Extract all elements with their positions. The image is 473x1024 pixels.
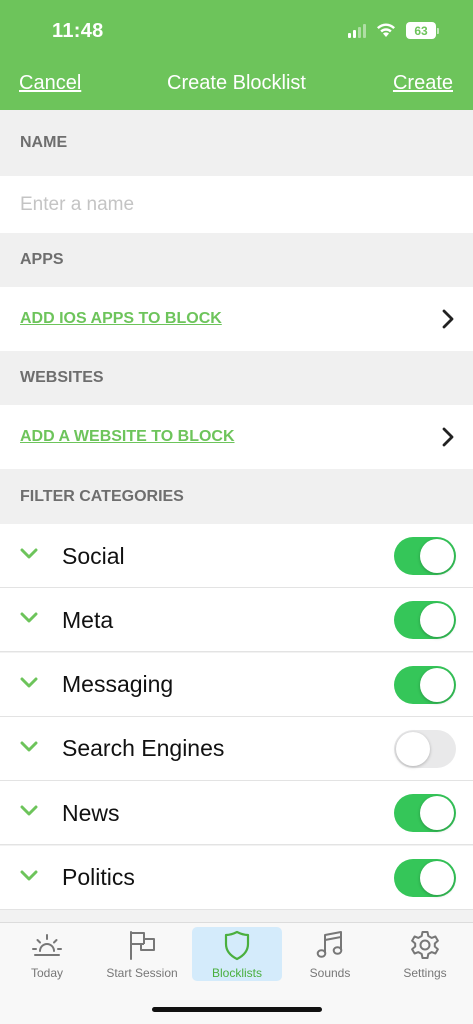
add-website-link[interactable]: ADD A WEBSITE TO BLOCK — [20, 428, 235, 446]
tab-blocklists-label: Blocklists — [211, 966, 262, 980]
tab-blocklists[interactable]: Blocklists — [192, 927, 282, 981]
filter-category-label: News — [62, 799, 120, 826]
chevron-down-icon[interactable] — [20, 741, 38, 753]
cellular-signal-icon — [348, 23, 366, 38]
wifi-icon — [377, 23, 395, 37]
tab-start-session[interactable]: Start Session — [97, 927, 187, 981]
filter-category-label: Search Engines — [62, 735, 225, 762]
filter-category-row: News — [0, 781, 473, 846]
header: 11:48 63 Cancel Create Blocklist Create — [0, 0, 473, 110]
filter-category-toggle[interactable] — [394, 537, 456, 575]
toggle-knob — [420, 860, 454, 895]
toggle-knob — [420, 539, 454, 573]
filter-category-toggle[interactable] — [394, 794, 456, 833]
tab-sounds-label: Sounds — [309, 966, 351, 980]
shield-icon — [224, 930, 250, 961]
chevron-down-icon[interactable] — [20, 805, 38, 817]
filter-category-row: Meta — [0, 588, 473, 653]
sunrise-icon — [32, 934, 62, 956]
filter-category-row: Search Engines — [0, 716, 473, 781]
add-apps-row[interactable]: ADD IOS APPS TO BLOCK — [0, 287, 473, 351]
tab-today-label: Today — [30, 966, 64, 980]
status-time: 11:48 — [52, 20, 104, 42]
tab-start-session-label: Start Session — [106, 966, 178, 980]
name-row — [0, 176, 473, 233]
gear-icon — [411, 931, 439, 959]
filter-category-row: Politics — [0, 845, 473, 910]
tab-settings[interactable]: Settings — [380, 927, 470, 981]
chevron-right-icon — [442, 309, 454, 329]
music-note-icon — [316, 931, 343, 958]
add-apps-link[interactable]: ADD IOS APPS TO BLOCK — [20, 310, 222, 328]
name-input[interactable] — [20, 193, 450, 216]
toggle-knob — [420, 667, 454, 702]
battery-level: 63 — [406, 22, 436, 39]
tab-today[interactable]: Today — [2, 927, 92, 981]
row-divider — [0, 908, 473, 910]
filter-category-toggle[interactable] — [394, 729, 456, 768]
status-indicators: 63 — [348, 22, 439, 39]
filter-category-label: Messaging — [62, 671, 174, 698]
section-header-name: NAME — [0, 110, 473, 176]
toggle-knob — [420, 603, 454, 638]
add-website-row[interactable]: ADD A WEBSITE TO BLOCK — [0, 405, 473, 469]
filter-category-label: Politics — [62, 864, 135, 890]
chevron-down-icon[interactable] — [20, 612, 38, 624]
filter-category-label: Social — [62, 542, 125, 569]
battery-icon: 63 — [406, 22, 439, 39]
tab-settings-label: Settings — [403, 966, 447, 980]
section-header-apps: APPS — [0, 233, 473, 287]
filter-category-row: Messaging — [0, 652, 473, 717]
flag-icon — [130, 931, 155, 960]
filter-category-row: Social — [0, 524, 473, 588]
toggle-knob — [420, 796, 454, 831]
filter-category-toggle[interactable] — [394, 858, 456, 897]
chevron-down-icon[interactable] — [20, 548, 38, 560]
filter-category-toggle[interactable] — [394, 665, 456, 704]
tab-sounds[interactable]: Sounds — [285, 927, 375, 981]
filter-category-toggle[interactable] — [394, 601, 456, 640]
toggle-knob — [396, 731, 430, 766]
section-header-websites: WEBSITES — [0, 351, 473, 405]
filter-category-label: Meta — [62, 606, 114, 633]
chevron-down-icon[interactable] — [20, 677, 38, 689]
section-header-filter-categories: FILTER CATEGORIES — [0, 469, 473, 524]
chevron-right-icon — [442, 427, 454, 447]
home-indicator — [152, 1007, 322, 1012]
chevron-down-icon[interactable] — [20, 870, 38, 882]
create-button[interactable]: Create — [393, 72, 453, 95]
